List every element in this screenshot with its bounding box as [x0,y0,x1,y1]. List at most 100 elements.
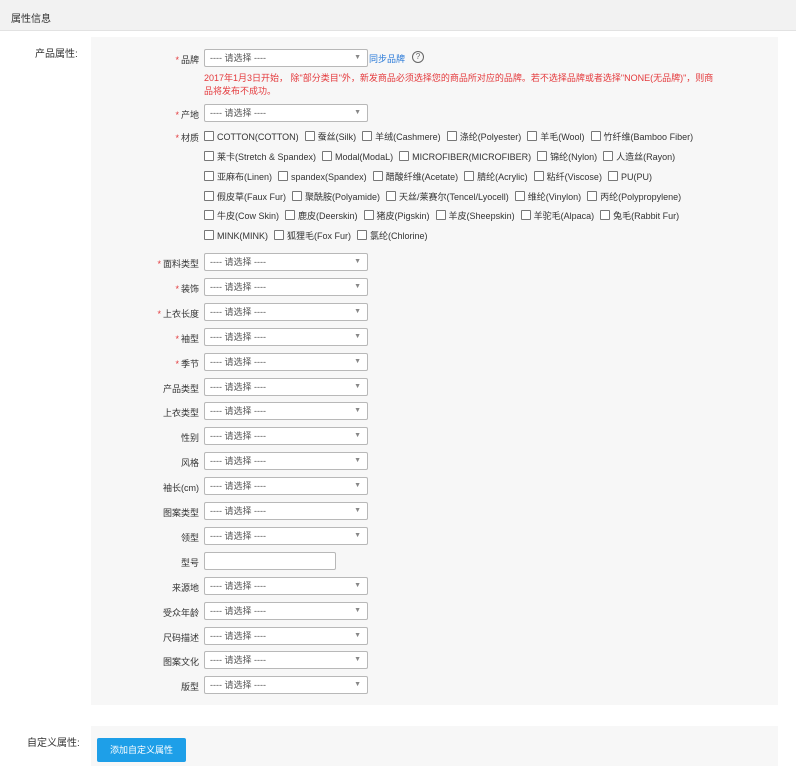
chevron-down-icon: ▼ [354,383,361,390]
attribute-select[interactable]: ---- 请选择 ---- ▼ [204,378,368,396]
chevron-down-icon: ▼ [354,482,361,489]
checkbox-box[interactable] [399,151,410,161]
attribute-select[interactable]: ---- 请选择 ---- ▼ [204,527,368,545]
material-checkbox[interactable]: 羊毛(Wool) [527,130,585,143]
checkbox-label: 聚酰胺(Polyamide) [305,192,381,202]
brand-select[interactable]: ---- 请选择 ---- ▼ [204,49,368,67]
material-checkbox[interactable]: 聚酰胺(Polyamide) [292,190,380,203]
checkbox-box[interactable] [204,151,214,161]
material-checkbox[interactable]: 醋酸纤维(Acetate) [372,170,458,183]
checkbox-label: 亚麻布(Linen) [217,172,273,182]
origin-select[interactable]: ---- 请选择 ---- ▼ [204,104,368,122]
checkbox-label: 羊毛(Wool) [540,132,585,142]
attribute-select[interactable]: ---- 请选择 ---- ▼ [204,278,368,296]
checkbox-box[interactable] [292,191,303,201]
material-checkbox[interactable]: 羊绒(Cashmere) [362,130,441,143]
material-checkbox[interactable]: 粘纤(Viscose) [533,170,602,183]
attribute-select[interactable]: ---- 请选择 ---- ▼ [204,427,368,445]
checkbox-box[interactable] [372,171,383,181]
attribute-select[interactable]: ---- 请选择 ---- ▼ [204,353,368,371]
attribute-select[interactable]: ---- 请选择 ---- ▼ [204,253,368,271]
checkbox-box[interactable] [527,131,538,141]
checkbox-box[interactable] [607,171,618,181]
checkbox-label: 腈纶(Acrylic) [477,172,528,182]
attribute-select[interactable]: ---- 请选择 ---- ▼ [204,577,368,595]
checkbox-label: 锦纶(Nylon) [550,152,598,162]
checkbox-box[interactable] [464,171,475,181]
attribute-select[interactable]: ---- 请选择 ---- ▼ [204,651,368,669]
help-icon[interactable]: ? [412,51,424,63]
attribute-select[interactable]: ---- 请选择 ---- ▼ [204,676,368,694]
checkbox-label: 兔毛(Rabbit Fur) [613,211,680,221]
checkbox-box[interactable] [204,171,214,181]
checkbox-label: 羊驼毛(Alpaca) [533,211,595,221]
material-checkbox[interactable]: MINK(MINK) [204,230,268,241]
attribute-select[interactable]: ---- 请选择 ---- ▼ [204,452,368,470]
checkbox-box[interactable] [204,230,214,240]
checkbox-box[interactable] [204,210,214,220]
checkbox-box[interactable] [274,230,284,240]
checkbox-box[interactable] [446,131,457,141]
add-custom-attribute-button[interactable]: 添加自定义属性 [97,738,186,762]
material-checkbox[interactable]: spandex(Spandex) [278,171,367,182]
checkbox-box[interactable] [204,191,214,201]
material-checkbox[interactable]: 假皮草(Faux Fur) [204,190,286,203]
checkbox-box[interactable] [603,151,614,161]
attribute-select[interactable]: ---- 请选择 ---- ▼ [204,602,368,620]
checkbox-box[interactable] [278,171,289,181]
checkbox-box[interactable] [600,210,611,220]
material-checkbox[interactable]: 天丝/莱赛尔(Tencel/Lyocell) [386,190,509,203]
sync-brand-link[interactable]: 同步品牌 [369,52,405,65]
checkbox-box[interactable] [520,210,531,220]
attribute-select[interactable]: ---- 请选择 ---- ▼ [204,502,368,520]
checkbox-box[interactable] [537,151,548,161]
checkbox-box[interactable] [386,191,397,201]
checkbox-box[interactable] [357,230,367,240]
attribute-select[interactable]: ---- 请选择 ---- ▼ [204,627,368,645]
checkbox-box[interactable] [204,131,214,141]
material-checkbox[interactable]: 鹿皮(Deerskin) [285,209,358,222]
attribute-label: 产品类型 [162,384,199,394]
checkbox-box[interactable] [514,191,525,201]
material-checkbox[interactable]: 锦纶(Nylon) [537,150,597,163]
attribute-select[interactable]: ---- 请选择 ---- ▼ [204,477,368,495]
material-checkbox[interactable]: 丙纶(Polypropylene) [587,190,681,203]
material-checkbox[interactable]: 猪皮(Pigskin) [363,209,430,222]
attribute-select[interactable]: ---- 请选择 ---- ▼ [204,303,368,321]
material-checkbox[interactable]: MICROFIBER(MICROFIBER) [399,151,531,162]
checkbox-box[interactable] [533,171,544,181]
material-checkbox[interactable]: 牛皮(Cow Skin) [204,209,279,222]
material-checkbox[interactable]: 维纶(Vinylon) [514,190,581,203]
attribute-select[interactable]: ---- 请选择 ---- ▼ [204,328,368,346]
attribute-row: 图案类型 [0,502,199,522]
material-checkbox[interactable]: 兔毛(Rabbit Fur) [600,209,679,222]
chevron-down-icon: ▼ [354,507,361,514]
checkbox-box[interactable] [590,131,601,141]
checkbox-box[interactable] [363,210,374,220]
checkbox-box[interactable] [587,191,598,201]
material-checkbox[interactable]: 莱卡(Stretch & Spandex) [204,150,316,163]
material-checkbox[interactable]: 涤纶(Polyester) [446,130,521,143]
checkbox-box[interactable] [322,151,333,161]
chevron-down-icon: ▼ [354,656,361,663]
checkbox-box[interactable] [285,210,296,220]
origin-row: * 产地 [0,104,199,124]
material-checkbox[interactable]: 亚麻布(Linen) [204,170,272,183]
material-checkbox[interactable]: COTTON(COTTON) [204,131,299,142]
attribute-label: 受众年龄 [162,608,199,618]
checkbox-box[interactable] [362,131,373,141]
material-checkbox[interactable]: 蚕丝(Silk) [304,130,356,143]
material-checkbox[interactable]: 竹纤维(Bamboo Fiber) [590,130,693,143]
material-checkbox[interactable]: 羊皮(Sheepskin) [435,209,515,222]
material-checkbox[interactable]: 氯纶(Chlorine) [357,229,428,242]
material-checkbox[interactable]: 人造丝(Rayon) [603,150,675,163]
material-checkbox[interactable]: Modal(ModaL) [322,151,393,162]
material-checkbox[interactable]: 腈纶(Acrylic) [464,170,528,183]
attribute-select[interactable]: ---- 请选择 ---- ▼ [204,402,368,420]
model-input[interactable] [204,552,336,570]
material-checkbox[interactable]: PU(PU) [607,171,652,182]
checkbox-box[interactable] [435,210,446,220]
material-checkbox[interactable]: 羊驼毛(Alpaca) [520,209,595,222]
checkbox-box[interactable] [304,131,315,141]
material-checkbox[interactable]: 狐狸毛(Fox Fur) [274,229,351,242]
